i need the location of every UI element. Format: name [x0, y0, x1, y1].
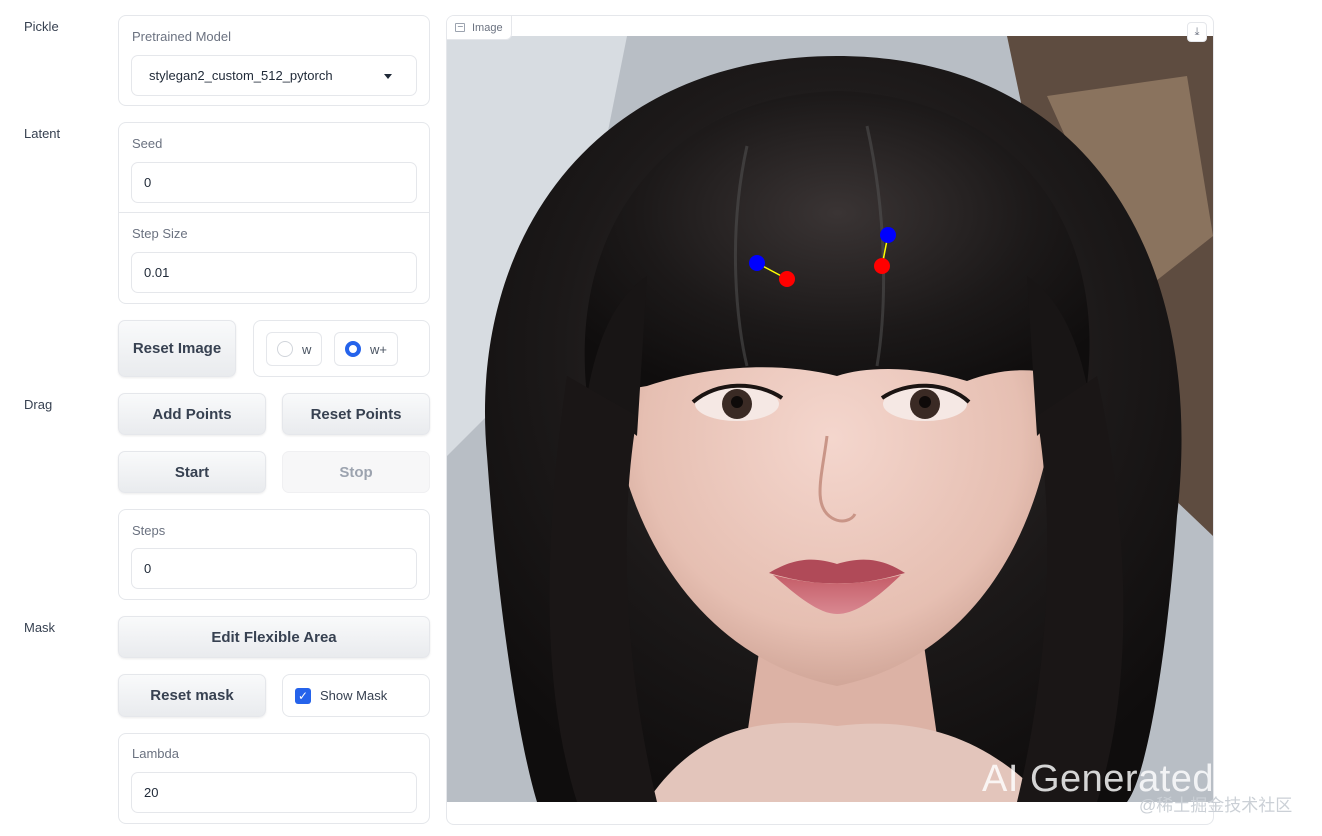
pretrained-model-value: stylegan2_custom_512_pytorch: [149, 68, 333, 83]
steps-label: Steps: [132, 523, 166, 538]
pretrained-model-dropdown[interactable]: stylegan2_custom_512_pytorch: [131, 55, 417, 96]
seed-label: Seed: [132, 136, 163, 151]
show-mask-label: Show Mask: [320, 688, 388, 703]
lambda-label: Lambda: [132, 746, 179, 761]
drag-points-overlay: [749, 227, 896, 287]
divider: [119, 212, 429, 213]
download-icon[interactable]: ⤓: [1187, 22, 1207, 42]
steps-value: 0: [144, 561, 152, 576]
chevron-down-icon: [384, 74, 392, 79]
handle-point-1[interactable]: [749, 255, 765, 271]
lambda-input[interactable]: 20: [131, 772, 417, 813]
latent-panel: Seed 0 Step Size 0.01: [118, 122, 430, 304]
latent-space-radio-group: w w+: [253, 320, 430, 377]
reset-image-button[interactable]: Reset Image: [118, 320, 236, 377]
step-size-value: 0.01: [144, 265, 170, 280]
section-label-mask: Mask: [24, 620, 56, 635]
seed-value: 0: [144, 175, 152, 190]
radio-w[interactable]: w: [266, 332, 323, 366]
stop-button[interactable]: Stop: [282, 451, 430, 493]
pretrained-model-label: Pretrained Model: [132, 29, 231, 44]
radio-circle-w: [277, 341, 293, 357]
handle-point-2[interactable]: [880, 227, 896, 243]
start-button[interactable]: Start: [118, 451, 266, 493]
lambda-value: 20: [144, 785, 159, 800]
checkmark-icon: ✓: [295, 687, 311, 704]
image-tag-label: Image: [472, 21, 503, 34]
image-icon: [455, 23, 465, 32]
section-label-pickle: Pickle: [24, 19, 59, 34]
section-label-latent: Latent: [24, 126, 61, 141]
edit-flexible-area-button[interactable]: Edit Flexible Area: [118, 616, 430, 658]
radio-circle-w-plus: [345, 341, 361, 357]
step-size-label: Step Size: [132, 226, 188, 241]
steps-panel: Steps 0: [118, 509, 430, 600]
target-point-1[interactable]: [779, 271, 795, 287]
image-panel: Image ⤓: [446, 15, 1214, 825]
section-label-drag: Drag: [24, 397, 53, 412]
target-point-2[interactable]: [874, 258, 890, 274]
reset-points-button[interactable]: Reset Points: [282, 393, 430, 435]
image-tag: Image: [447, 16, 512, 40]
radio-label-w: w: [302, 341, 312, 357]
reset-mask-button[interactable]: Reset mask: [118, 674, 266, 717]
pretrained-model-panel: Pretrained Model stylegan2_custom_512_py…: [118, 15, 430, 106]
seed-input[interactable]: 0: [131, 162, 417, 203]
add-points-button[interactable]: Add Points: [118, 393, 266, 435]
radio-w-plus[interactable]: w+: [334, 332, 398, 366]
steps-input[interactable]: 0: [131, 548, 417, 589]
show-mask-checkbox[interactable]: ✓ Show Mask: [282, 674, 430, 717]
site-watermark: @稀土掘金技术社区: [1139, 796, 1293, 815]
radio-label-w-plus: w+: [370, 341, 387, 357]
step-size-input[interactable]: 0.01: [131, 252, 417, 293]
image-canvas[interactable]: [447, 36, 1213, 802]
lambda-panel: Lambda 20: [118, 733, 430, 824]
